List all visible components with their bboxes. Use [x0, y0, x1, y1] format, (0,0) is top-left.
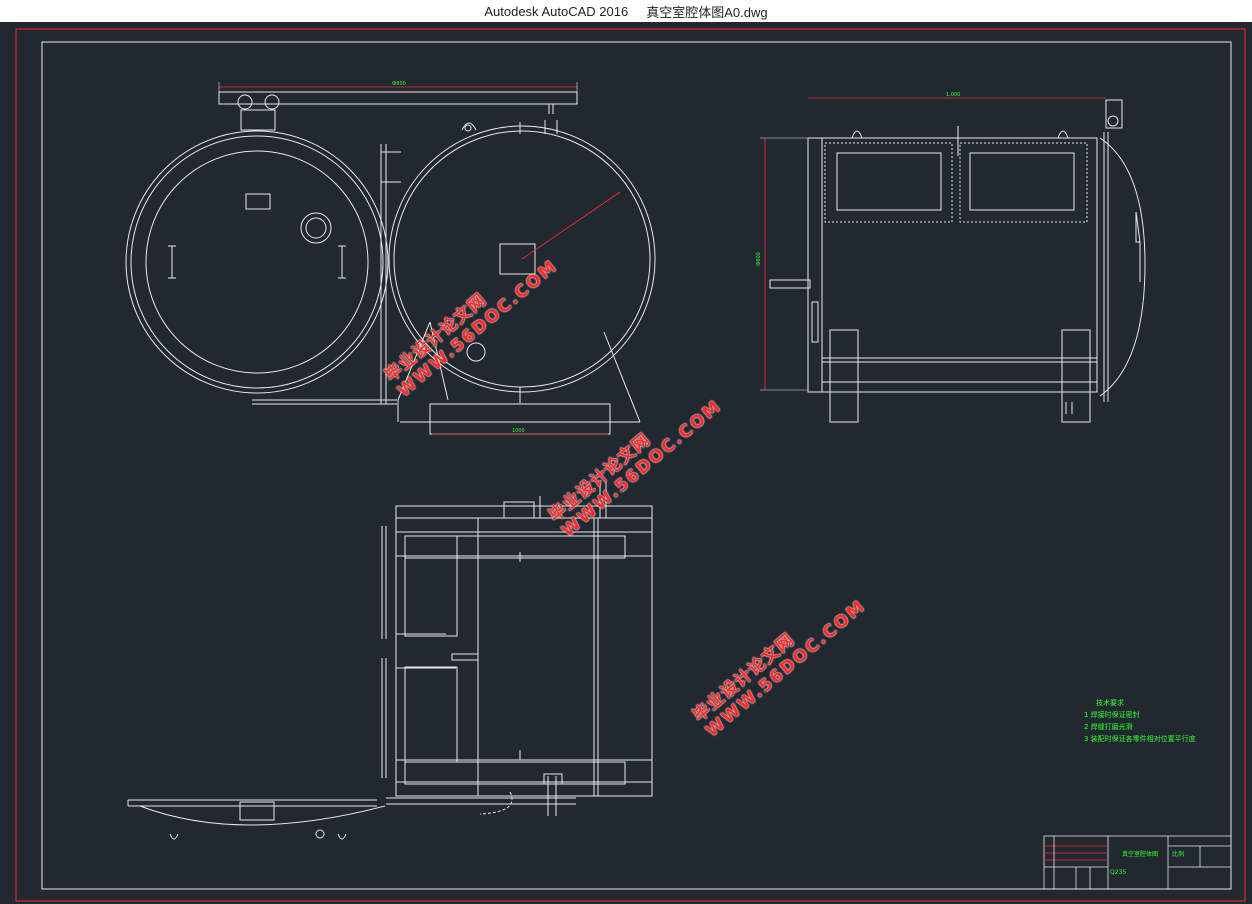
notes-item: 3 装配时保证各零件相对位置平行度	[1084, 735, 1196, 743]
dim-front-width: Ф800	[392, 81, 406, 87]
file-name: 真空室腔体图A0.dwg	[646, 4, 768, 20]
title-block-scale: 比例	[1172, 850, 1184, 858]
top-view	[127, 480, 653, 840]
notes-item: 1 焊接时保证密封	[1084, 711, 1140, 719]
technical-notes: 技术要求 1 焊接时保证密封 2 焊缝打磨光滑 3 装配时保证各零件相对位置平行…	[1084, 697, 1196, 745]
title-block	[1043, 835, 1232, 890]
dim-side-length: 1,000	[946, 92, 960, 98]
app-title: Autodesk AutoCAD 2016	[484, 3, 629, 19]
outer-border	[15, 28, 1246, 902]
notes-heading: 技术要求	[1096, 699, 1124, 707]
dim-side-height: Ф800	[756, 252, 762, 266]
front-view	[125, 91, 656, 435]
notes-item: 2 焊缝打磨光滑	[1084, 723, 1133, 731]
inner-border	[41, 41, 1232, 890]
cad-drawing: Ф800 1000 1,000 Ф800 真空室腔体图 比例 Q235	[15, 28, 1246, 902]
title-block-name: 真空室腔体图	[1122, 850, 1158, 858]
title-block-material: Q235	[1110, 869, 1126, 876]
side-view	[769, 99, 1146, 423]
drawing-canvas[interactable]: Ф800 1000 1,000 Ф800 真空室腔体图 比例 Q235 技术要求…	[0, 22, 1252, 904]
dim-base-width: 1000	[512, 428, 525, 434]
window-title-bar: Autodesk AutoCAD 2016 真空室腔体图A0.dwg	[0, 0, 1252, 22]
